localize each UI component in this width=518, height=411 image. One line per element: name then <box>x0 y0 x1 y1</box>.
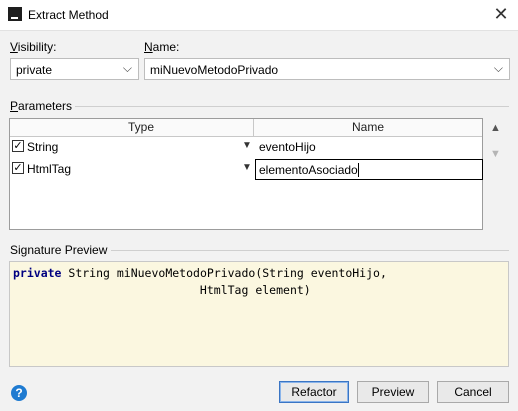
keyword: private <box>13 266 62 280</box>
chevron-down-icon: ⌵ <box>122 61 132 75</box>
param-name-value: elementoAsociado <box>259 163 358 177</box>
column-header-name[interactable]: Name <box>352 120 384 134</box>
text-caret <box>358 163 359 177</box>
visibility-value: private <box>16 63 53 77</box>
param-name[interactable]: eventoHijo <box>259 140 316 154</box>
type-dropdown-icon[interactable]: ▼ <box>242 140 252 151</box>
param-type: String <box>27 140 59 154</box>
column-divider <box>253 119 254 136</box>
parameters-title-rest: arameters <box>18 99 73 113</box>
move-up-icon[interactable]: ▲ <box>490 122 501 134</box>
name-label: Name: <box>144 40 180 54</box>
parameters-table[interactable]: Type Name ✓ String ▼ eventoHijo ✓ HtmlTa… <box>9 118 483 230</box>
name-label-rest: ame: <box>152 40 180 54</box>
signature-line-1: private String miNuevoMetodoPrivado(Stri… <box>13 266 387 280</box>
close-icon[interactable]: ✕ <box>490 3 512 25</box>
table-row[interactable]: ✓ HtmlTag ▼ elementoAsociado <box>10 159 483 181</box>
table-row[interactable]: ✓ String ▼ eventoHijo <box>10 137 482 159</box>
divider <box>75 106 509 107</box>
refactor-button[interactable]: Refactor <box>279 381 349 403</box>
visibility-label-rest: isibility: <box>17 40 57 54</box>
window-title: Extract Method <box>28 8 109 22</box>
param-name-input[interactable]: elementoAsociado <box>255 159 483 180</box>
signature-preview: private String miNuevoMetodoPrivado(Stri… <box>9 261 509 367</box>
type-dropdown-icon[interactable]: ▼ <box>242 162 252 173</box>
move-down-icon[interactable]: ▼ <box>490 148 501 160</box>
cancel-button[interactable]: Cancel <box>437 381 509 403</box>
divider <box>111 250 509 251</box>
visibility-select[interactable]: private ⌵ <box>10 58 139 80</box>
chevron-down-icon: ⌵ <box>493 61 503 75</box>
signature-line-2: HtmlTag element) <box>13 283 311 297</box>
signature-preview-title: Signature Preview <box>10 243 108 257</box>
parameters-title: Parameters <box>10 99 73 113</box>
include-checkbox[interactable]: ✓ <box>12 140 24 152</box>
column-header-type[interactable]: Type <box>128 120 154 134</box>
visibility-label: Visibility: <box>10 40 57 54</box>
help-icon[interactable]: ? <box>11 385 27 401</box>
include-checkbox[interactable]: ✓ <box>12 162 24 174</box>
method-name-value: miNuevoMetodoPrivado <box>150 63 279 77</box>
param-type: HtmlTag <box>27 162 72 176</box>
signature-text: String miNuevoMetodoPrivado(String event… <box>61 266 387 280</box>
app-logo-icon <box>8 7 22 21</box>
table-header: Type Name <box>10 119 482 137</box>
preview-button[interactable]: Preview <box>357 381 429 403</box>
method-name-combo[interactable]: miNuevoMetodoPrivado ⌵ <box>144 58 510 80</box>
